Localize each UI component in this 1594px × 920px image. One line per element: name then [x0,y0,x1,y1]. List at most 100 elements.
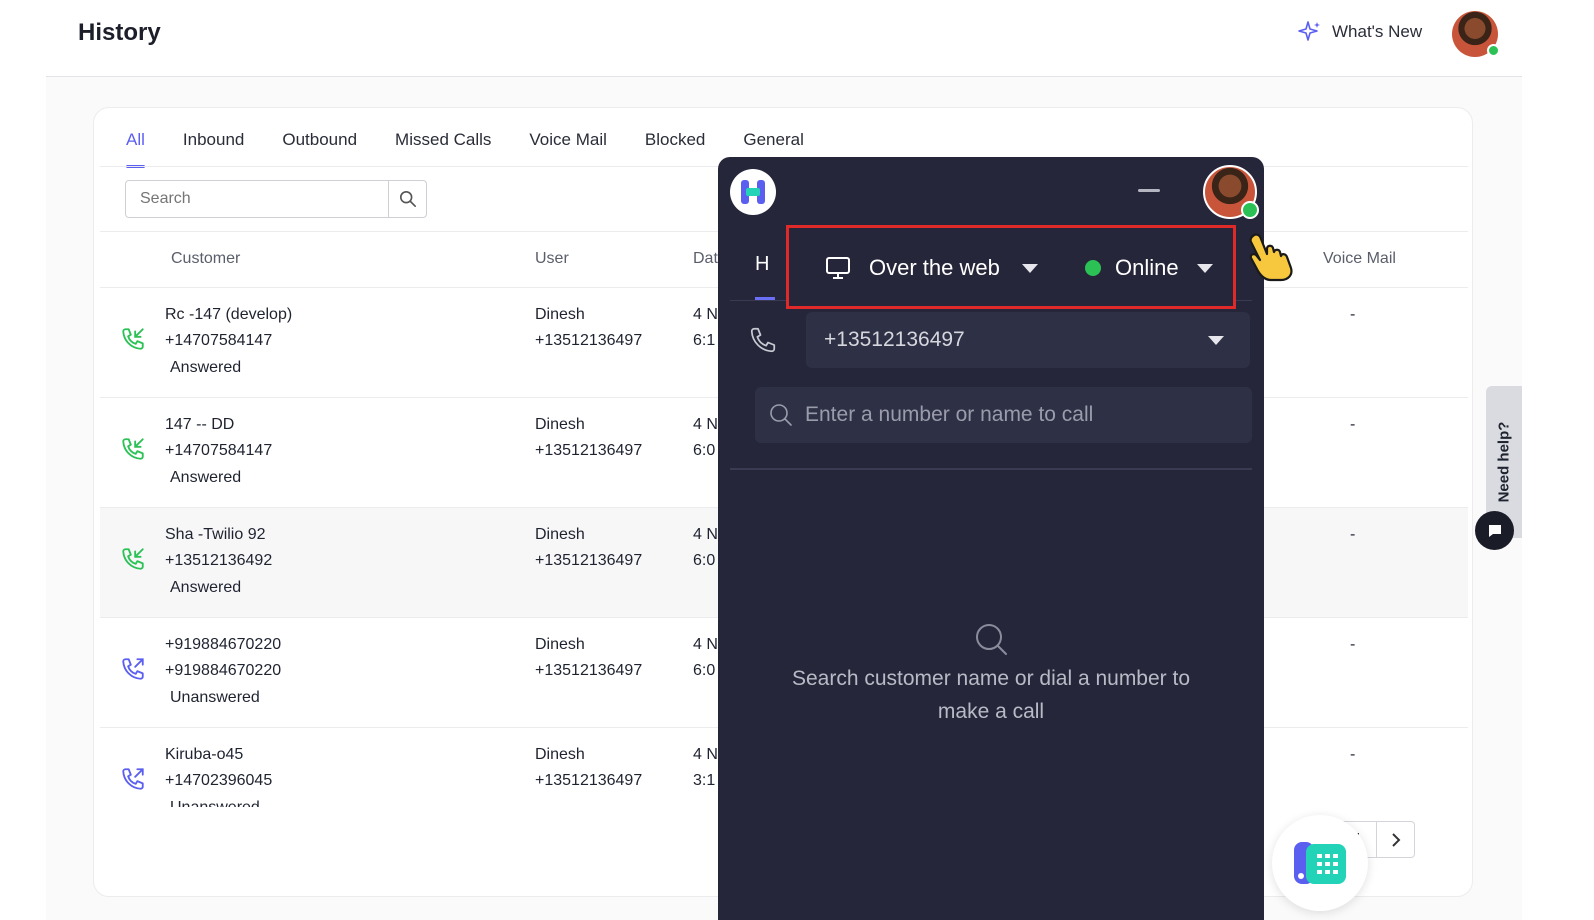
call-time: 3:1 [693,772,716,789]
customer-number: +14702396045 [165,772,273,789]
customer-number: +919884670220 [165,662,282,679]
user-name: Dinesh [535,416,585,433]
column-customer: Customer [171,250,241,267]
user-name: Dinesh [535,526,585,543]
user-number: +13512136497 [535,442,643,459]
chat-icon [1488,524,1501,537]
search-button[interactable] [388,181,426,217]
user-name: Dinesh [535,636,585,653]
phone-icon [748,325,778,360]
user-name: Dinesh [535,746,585,763]
device-label: Over the web [869,255,1000,280]
whats-new-label: What's New [1332,22,1423,41]
customer-number: +14707584147 [165,442,273,459]
tab-blocked[interactable]: Blocked [645,130,705,168]
status-highlight-box: Over the web Online [786,225,1236,309]
tab-outbound[interactable]: Outbound [282,130,357,168]
online-status-dot [1241,201,1259,219]
caller-id-value: +13512136497 [824,328,965,351]
next-page-button[interactable] [1377,821,1415,858]
user-number: +13512136497 [535,662,643,679]
call-date: 4 N [693,636,718,653]
call-status: Unanswered [170,689,260,706]
presence-label: Online [1115,255,1179,280]
inbound-call-icon [120,436,146,467]
outbound-call-icon [120,766,146,797]
search-icon [770,404,792,426]
user-name: Dinesh [535,306,585,323]
customer-name: Kiruba-o45 [165,746,244,763]
logo-icon [741,180,765,204]
call-status: Answered [170,469,242,486]
customer-number: +13512136492 [165,552,273,569]
dialer-tab[interactable]: H [755,253,769,276]
call-date: 4 N [693,416,718,433]
empty-state-message: Search customer name or dial a number to… [791,667,1191,723]
dialer-launcher-button[interactable] [1272,815,1368,911]
tab-inbound[interactable]: Inbound [183,130,244,168]
history-search [125,180,427,218]
tab-missed-calls[interactable]: Missed Calls [395,130,491,168]
call-status: Answered [170,579,242,596]
inbound-call-icon [120,546,146,577]
inbound-call-icon [120,326,146,357]
dialer-user-avatar[interactable] [1203,165,1259,219]
dialpad-icon [1294,842,1346,884]
customer-name: +919884670220 [165,636,282,653]
customer-name: Rc -147 (develop) [165,306,293,323]
voice-mail-value: - [1350,526,1356,543]
user-number: +13512136497 [535,332,643,349]
call-time: 6:0 [693,662,716,679]
outbound-call-icon [120,656,146,687]
user-number: +13512136497 [535,552,643,569]
caret-down-icon [1208,335,1224,345]
call-date: 4 N [693,306,718,323]
voice-mail-value: - [1350,306,1356,323]
user-avatar[interactable] [1452,11,1500,57]
dialer-panel: H Over the web Online +13512136497 Searc… [718,157,1264,920]
tab-all[interactable]: All [126,130,145,168]
voice-mail-value: - [1350,746,1356,763]
caller-id-select[interactable]: +13512136497 [806,312,1250,368]
dial-search-input[interactable] [793,403,1252,427]
call-time: 6:0 [693,552,716,569]
minimize-button[interactable] [1138,189,1160,192]
whats-new-button[interactable]: What's New [1298,20,1422,44]
voice-mail-value: - [1350,416,1356,433]
column-voice-mail: Voice Mail [1323,250,1396,267]
customer-name: 147 -- DD [165,416,235,433]
caret-down-icon [1196,263,1213,273]
chevron-right-icon [1391,832,1400,847]
monitor-icon [826,257,850,279]
dialer-divider [730,468,1252,470]
search-input[interactable] [126,181,388,217]
sparkle-icon [1298,21,1320,41]
top-bar: History What's New [46,0,1522,77]
call-date: 4 N [693,526,718,543]
call-status: Unanswered [170,799,260,807]
call-status: Answered [170,359,242,376]
dial-search-field [755,387,1252,443]
device-selector[interactable]: Over the web [825,255,1038,281]
call-time: 6:1 [693,332,716,349]
voice-mail-value: - [1350,636,1356,653]
tab-voice-mail[interactable]: Voice Mail [529,130,606,168]
need-help-label: Need help? [1495,421,1513,503]
presence-dot [1085,260,1101,276]
page-title: History [78,19,161,46]
customer-name: Sha -Twilio 92 [165,526,266,543]
presence-selector[interactable]: Online [1085,255,1213,281]
search-icon [399,190,416,208]
user-number: +13512136497 [535,772,643,789]
column-date: Dat [693,250,718,267]
online-status-dot [1487,44,1500,57]
call-date: 4 N [693,746,718,763]
call-time: 6:0 [693,442,716,459]
app-logo [730,169,776,215]
customer-number: +14707584147 [165,332,273,349]
hand-pointer-icon [1243,230,1299,287]
column-user: User [535,250,569,267]
chat-button[interactable] [1475,511,1514,550]
caret-down-icon [1021,263,1038,273]
search-icon [974,622,1008,661]
